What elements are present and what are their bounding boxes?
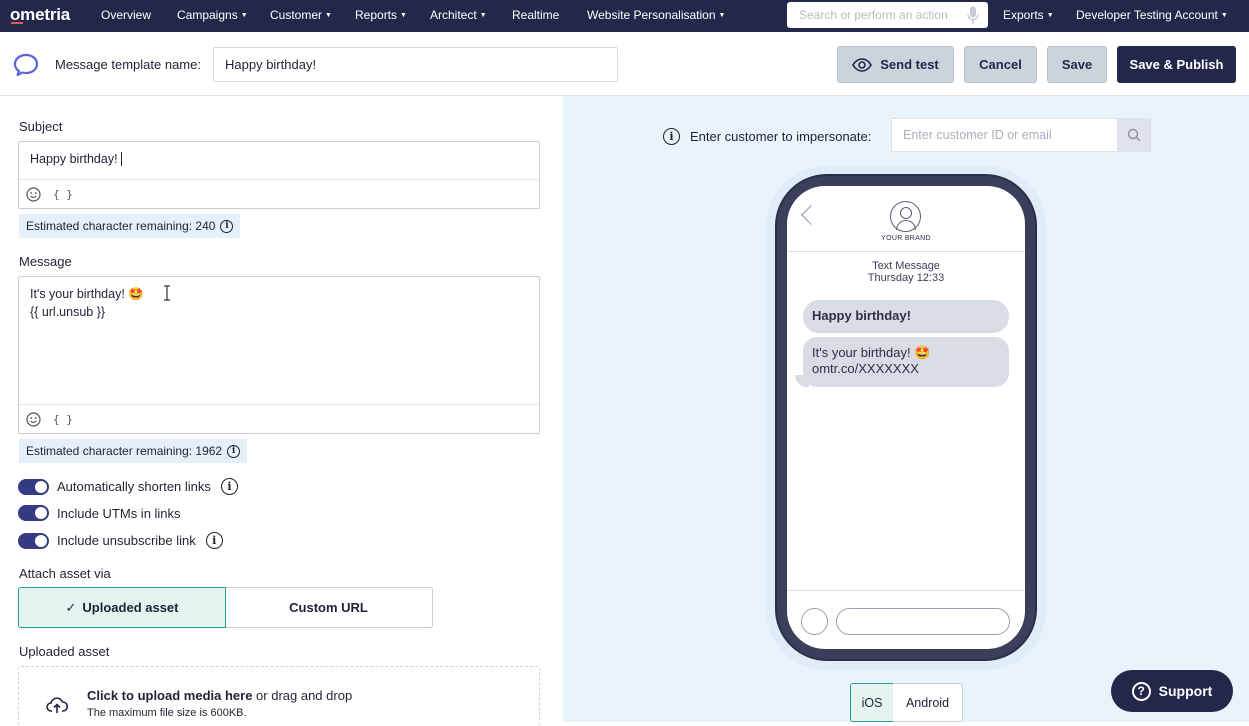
upload-cta-rest: or drag and drop <box>252 688 353 703</box>
template-toolbar: Message template name: Happy birthday! S… <box>0 32 1249 96</box>
message-remaining-chip: Estimated character remaining: 1962 i <box>19 439 248 463</box>
chevron-down-icon: ▼ <box>718 12 726 19</box>
unsubscribe-label: Include unsubscribe link <box>57 533 196 548</box>
sms-bubble-line-2: omtr.co/XXXXXXX <box>812 361 919 376</box>
uploaded-asset-option-label: Uploaded asset <box>82 600 179 615</box>
nav-exports[interactable]: Exports ▼ <box>1003 8 1054 22</box>
checkmark-icon: ✓ <box>65 599 77 615</box>
save-publish-button[interactable]: Save & Publish <box>1117 46 1236 83</box>
message-line-1: It's your birthday! 🤩 <box>30 287 144 301</box>
nav-account[interactable]: Developer Testing Account ▼ <box>1076 8 1228 22</box>
back-arrow-icon <box>801 205 821 225</box>
subject-field[interactable]: Happy birthday! { } <box>18 141 540 209</box>
message-type: Text Message <box>872 260 940 272</box>
sms-bubble-line-1: It's your birthday! 🤩 <box>812 345 931 360</box>
search-placeholder: Search or perform an action <box>799 8 948 22</box>
toggle-row-shorten-links: Automatically shorten links i <box>18 478 238 495</box>
subject-text: Happy birthday! <box>30 150 122 168</box>
impersonate-input[interactable]: Enter customer ID or email <box>891 118 1117 152</box>
impersonate-search-button[interactable] <box>1117 118 1151 152</box>
ios-tab[interactable]: iOS <box>850 683 894 722</box>
info-icon[interactable]: i <box>220 219 234 233</box>
message-toolbar: { } <box>19 404 539 433</box>
text-cursor-icon <box>164 285 170 301</box>
nav-campaigns[interactable]: Campaigns ▼ <box>177 8 248 22</box>
save-button[interactable]: Save <box>1047 46 1107 83</box>
send-test-label: Send test <box>880 57 939 72</box>
info-icon[interactable]: i <box>663 128 680 145</box>
utms-toggle[interactable] <box>18 505 49 521</box>
android-tab[interactable]: Android <box>893 683 963 722</box>
nav-customer[interactable]: Customer ▼ <box>270 8 332 22</box>
phone-screen: YOUR BRAND Text Message Thursday 12:33 H… <box>787 186 1025 649</box>
template-name-label: Message template name: <box>55 57 201 72</box>
toggle-row-unsubscribe: Include unsubscribe link i <box>18 532 223 549</box>
help-icon: ? <box>1131 681 1151 701</box>
phone-header: YOUR BRAND <box>787 186 1025 252</box>
avatar-icon <box>890 201 921 232</box>
eye-icon <box>852 57 873 72</box>
nav-architect[interactable]: Architect ▼ <box>430 8 487 22</box>
nav-reports[interactable]: Reports ▼ <box>355 8 407 22</box>
chevron-down-icon: ▼ <box>1046 12 1054 19</box>
global-search-input[interactable]: Search or perform an action <box>787 2 988 28</box>
uploaded-asset-label: Uploaded asset <box>19 644 110 659</box>
chevron-down-icon: ▼ <box>325 12 332 19</box>
subject-label: Subject <box>19 119 63 134</box>
toggle-row-utms: Include UTMs in links <box>18 505 181 521</box>
chat-bubble-icon <box>13 53 39 77</box>
sms-bubble-message: It's your birthday! 🤩 omtr.co/XXXXXXX <box>803 337 1009 387</box>
upload-instructions: Click to upload media here or drag and d… <box>87 688 352 703</box>
variable-icon[interactable]: { } <box>53 413 73 426</box>
template-name-input[interactable]: Happy birthday! <box>213 47 618 82</box>
nav-realtime[interactable]: Realtime <box>512 8 559 22</box>
uploaded-asset-option[interactable]: ✓ Uploaded asset <box>18 587 226 628</box>
emoji-icon[interactable] <box>26 186 41 202</box>
message-field[interactable]: It's your birthday! 🤩 {{ url.unsub }} { … <box>18 276 540 434</box>
compose-field <box>836 608 1010 635</box>
info-icon[interactable]: i <box>227 444 241 458</box>
shorten-links-label: Automatically shorten links <box>57 479 211 494</box>
subject-toolbar: { } <box>19 179 539 208</box>
info-icon[interactable]: i <box>220 478 238 495</box>
impersonate-row: i Enter customer to impersonate: <box>663 128 871 145</box>
chevron-down-icon: ▼ <box>400 12 407 19</box>
shorten-links-toggle[interactable] <box>18 478 49 495</box>
impersonate-label: Enter customer to impersonate: <box>690 129 872 144</box>
message-remaining-text: Estimated character remaining: 1962 <box>26 444 223 458</box>
cloud-upload-icon <box>46 697 68 713</box>
message-line-2: {{ url.unsub }} <box>30 305 106 319</box>
top-nav: ometria Overview Campaigns ▼ Customer ▼ Re… <box>0 0 1249 32</box>
chevron-down-icon: ▼ <box>479 12 487 19</box>
phone-footer <box>787 590 1025 649</box>
upload-hint: The maximum file size is 600KB. <box>87 707 247 719</box>
variable-icon[interactable]: { } <box>53 188 73 201</box>
search-icon <box>1127 128 1141 142</box>
upload-cta[interactable]: Click to upload media here <box>87 688 252 703</box>
message-label: Message <box>19 254 72 269</box>
sms-bubble-subject: Happy birthday! <box>803 300 1009 333</box>
emoji-icon[interactable] <box>26 411 41 427</box>
attachment-circle <box>801 608 828 635</box>
support-label: Support <box>1158 683 1213 699</box>
info-icon[interactable]: i <box>205 532 223 549</box>
chevron-down-icon: ▼ <box>1220 12 1228 19</box>
utms-label: Include UTMs in links <box>57 505 181 521</box>
nav-website-personalisation[interactable]: Website Personalisation ▼ <box>587 8 725 22</box>
brand-name: YOUR BRAND <box>881 235 931 242</box>
unsubscribe-toggle[interactable] <box>18 532 49 549</box>
support-button[interactable]: ? Support <box>1111 670 1233 712</box>
cancel-button[interactable]: Cancel <box>964 46 1037 83</box>
subject-remaining-text: Estimated character remaining: 240 <box>26 219 216 233</box>
chevron-down-icon: ▼ <box>240 12 248 19</box>
send-test-button[interactable]: Send test <box>837 46 954 83</box>
nav-overview[interactable]: Overview <box>101 8 151 22</box>
microphone-icon[interactable] <box>967 6 979 25</box>
logo-accent <box>11 22 23 24</box>
custom-url-option[interactable]: Custom URL <box>225 587 433 628</box>
attach-asset-label: Attach asset via <box>19 566 111 581</box>
upload-dropzone[interactable]: Click to upload media here or drag and d… <box>18 666 540 726</box>
message-time: Thursday 12:33 <box>867 272 945 284</box>
subject-remaining-chip: Estimated character remaining: 240 i <box>19 214 241 238</box>
